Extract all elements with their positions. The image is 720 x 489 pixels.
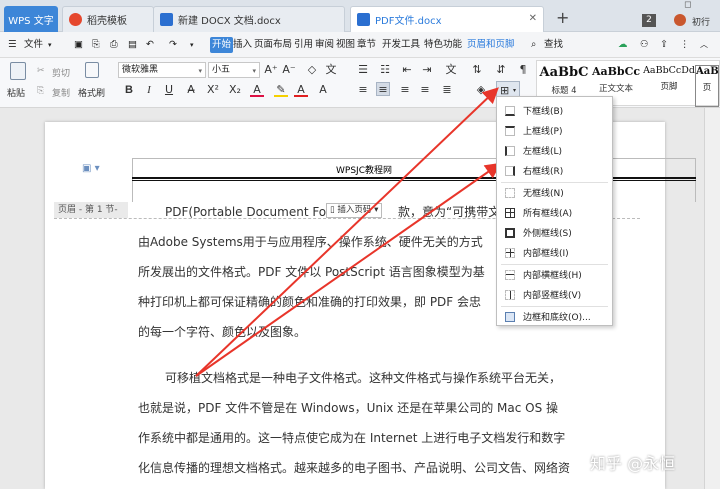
menu-item-label: 内部框线(I) — [523, 249, 569, 259]
menu-item-outside-borders[interactable]: 外侧框线(S) — [497, 223, 612, 242]
arrow-to-right-border — [195, 162, 502, 377]
menu-item-inside-borders[interactable]: 内部框线(I) — [497, 243, 612, 262]
no-border-icon — [505, 187, 515, 198]
menu-item-top-border[interactable]: 上框线(P) — [497, 121, 612, 140]
watermark: 知乎 @永恒 — [590, 454, 676, 473]
menu-item-label: 右框线(R) — [523, 167, 564, 177]
all-borders-icon — [505, 207, 515, 218]
arrow-to-borders-button — [195, 87, 499, 377]
menu-item-label: 边框和底纹(O)... — [523, 313, 591, 323]
menu-item-label: 内部竖框线(V) — [523, 291, 582, 301]
inside-horizontal-icon — [505, 269, 515, 280]
inside-borders-icon — [505, 247, 515, 258]
inside-vertical-icon — [505, 289, 515, 300]
menu-item-label: 左框线(L) — [523, 147, 563, 157]
menu-item-no-border[interactable]: 无框线(N) — [497, 183, 612, 202]
menu-item-borders-shading[interactable]: 边框和底纹(O)... — [497, 307, 612, 326]
menu-item-all-borders[interactable]: 所有框线(A) — [497, 203, 612, 222]
menu-item-label: 上框线(P) — [523, 127, 563, 137]
left-border-icon — [505, 145, 515, 156]
menu-item-label: 所有框线(A) — [523, 209, 573, 219]
borders-dropdown: 下框线(B) 上框线(P) 左框线(L) 右框线(R) 无框线(N) 所有框线(… — [496, 96, 613, 326]
menu-item-left-border[interactable]: 左框线(L) — [497, 141, 612, 160]
right-border-icon — [505, 165, 515, 176]
menu-item-label: 无框线(N) — [523, 189, 564, 199]
menu-item-bottom-border[interactable]: 下框线(B) — [497, 101, 612, 120]
menu-item-inside-vertical[interactable]: 内部竖框线(V) — [497, 285, 612, 304]
menu-item-label: 下框线(B) — [523, 107, 564, 117]
menu-item-label: 内部横框线(H) — [523, 271, 582, 281]
borders-shading-icon — [505, 311, 515, 322]
bottom-border-icon — [505, 105, 515, 116]
outside-borders-icon — [505, 227, 515, 238]
menu-item-label: 外侧框线(S) — [523, 229, 572, 239]
menu-item-inside-horizontal[interactable]: 内部横框线(H) — [497, 265, 612, 284]
top-border-icon — [505, 125, 515, 136]
menu-item-right-border[interactable]: 右框线(R) — [497, 161, 612, 180]
